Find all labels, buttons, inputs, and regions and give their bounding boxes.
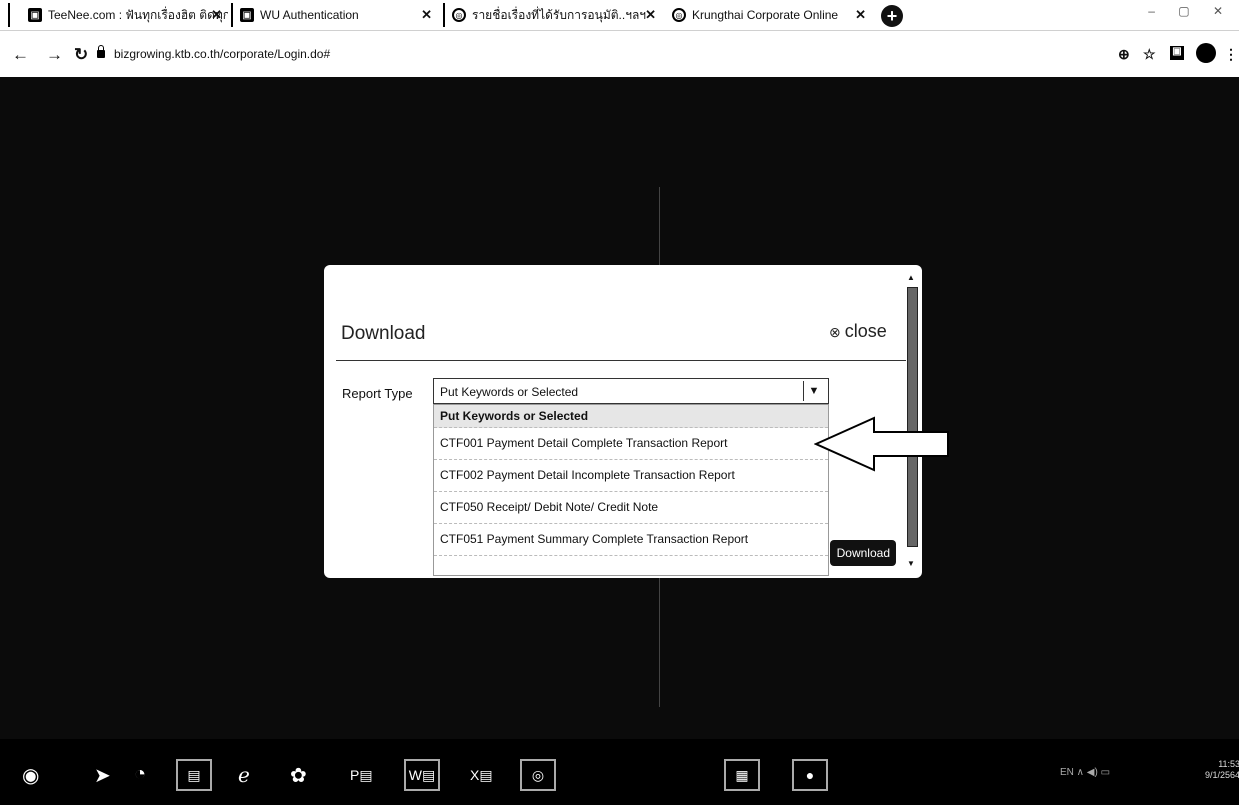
tab-separator — [8, 3, 10, 27]
tab-separator — [231, 3, 233, 27]
app-letter: P — [350, 767, 360, 783]
star-icon[interactable]: ☆ — [1143, 46, 1156, 63]
tab-title: Krungthai Corporate Online — [692, 8, 839, 22]
clock-time: 11:53 — [1218, 759, 1239, 769]
doc-icon: ▣ — [28, 8, 42, 22]
forward-arrow-icon[interactable]: → — [46, 45, 63, 65]
line-app-icon[interactable]: ● — [792, 759, 828, 791]
dropdown-option[interactable]: CTF050 Receipt/ Debit Note/ Credit Note — [434, 492, 828, 524]
report-type-label: Report Type — [342, 386, 413, 401]
tab-title: รายชื่อเรื่องที่ได้รับการอนุมัติ..ฯลฯ — [472, 7, 647, 22]
globe-icon: ◎ — [672, 8, 686, 22]
avatar[interactable] — [1196, 43, 1216, 63]
doc-icon: ▣ — [240, 8, 254, 22]
word-icon[interactable]: W ▤ — [404, 759, 440, 791]
back-arrow-icon[interactable]: ← — [12, 45, 29, 65]
lock-icon — [97, 45, 105, 58]
divider — [336, 360, 906, 361]
send-icon[interactable]: ➤ — [94, 763, 111, 788]
app-letter: W — [408, 767, 422, 783]
chrome-icon[interactable]: ◎ — [520, 759, 556, 791]
new-tab-icon[interactable]: + — [881, 5, 903, 27]
dropdown-option[interactable]: CTF002 Payment Detail Incomplete Transac… — [434, 460, 828, 492]
tab-wu-authentication[interactable]: ▣ WU Authentication ✕ — [240, 0, 438, 30]
close-tab-icon[interactable]: ✕ — [211, 7, 222, 23]
close-button[interactable]: ⊗ close — [829, 321, 887, 342]
report-type-select[interactable]: Put Keywords or Selected ▼ — [433, 378, 829, 404]
app-letter: X — [470, 767, 480, 783]
window-controls[interactable]: – ▢ ✕ — [1148, 4, 1233, 18]
tab-teenee[interactable]: ▣ TeeNee.com : ฟันทุกเรื่องฮิต ติดทุก...… — [28, 0, 228, 30]
tab-title: TeeNee.com : ฟันทุกเรื่องฮิต ติดทุก... — [48, 7, 228, 22]
close-label: close — [844, 321, 887, 341]
powerpoint-icon[interactable]: P▤ — [350, 767, 373, 784]
dropdown-option[interactable]: CTF051 Payment Summary Complete Transact… — [434, 524, 828, 556]
zoom-icon[interactable]: ⊕ — [1118, 46, 1130, 63]
address-toolbar: ← → ↻ bizgrowing.ktb.co.th/corporate/Log… — [0, 31, 1239, 77]
clock-date: 9/1/2564 — [1205, 770, 1239, 780]
modal-title: Download — [341, 323, 426, 344]
start-icon[interactable]: ◉ — [22, 763, 39, 788]
system-tray[interactable]: EN ∧ ◀) ▭ — [1060, 767, 1110, 778]
dropdown-option[interactable]: CTF001 Payment Detail Complete Transacti… — [434, 428, 828, 460]
app-icon[interactable]: ▦ — [724, 759, 760, 791]
tab-approved-list[interactable]: ◎ รายชื่อเรื่องที่ได้รับการอนุมัติ..ฯลฯ … — [452, 0, 662, 30]
tab-title: WU Authentication — [260, 8, 359, 22]
extension-icon[interactable]: ▣ — [1170, 46, 1184, 60]
chat-icon[interactable]: ◔ — [134, 763, 146, 786]
report-type-dropdown: Put Keywords or Selected CTF001 Payment … — [433, 404, 829, 576]
folder-icon[interactable]: ▤ — [176, 759, 212, 791]
scroll-down-icon[interactable]: ▼ — [907, 559, 915, 568]
select-value: Put Keywords or Selected — [440, 385, 579, 399]
tab-krungthai-corporate[interactable]: ◎ Krungthai Corporate Online ✕ — [672, 0, 872, 30]
reload-icon[interactable]: ↻ — [74, 45, 88, 65]
close-tab-icon[interactable]: ✕ — [855, 7, 866, 23]
paw-icon[interactable]: ✿ — [290, 763, 307, 788]
taskbar: ◉ ➤ ◔ ▤ ℯ ✿ P▤ W ▤ X▤ ◎ ▦ ● EN ∧ ◀) ▭ 11:… — [0, 739, 1239, 805]
chevron-down-icon[interactable]: ▼ — [803, 381, 824, 401]
close-tab-icon[interactable]: ✕ — [645, 7, 656, 23]
excel-icon[interactable]: X▤ — [470, 767, 493, 784]
clock[interactable]: 11:53 9/1/2564 — [1205, 759, 1239, 781]
close-circle-icon: ⊗ — [829, 324, 841, 340]
tab-separator — [443, 3, 445, 27]
address-bar[interactable]: bizgrowing.ktb.co.th/corporate/Login.do# — [114, 47, 330, 61]
edge-icon[interactable]: ℯ — [238, 763, 250, 788]
download-button[interactable]: Download — [830, 540, 896, 566]
close-tab-icon[interactable]: ✕ — [421, 7, 432, 23]
scroll-up-icon[interactable]: ▲ — [907, 273, 915, 282]
dropdown-option[interactable]: Put Keywords or Selected — [434, 405, 828, 428]
menu-icon[interactable]: ⋮ — [1224, 46, 1238, 63]
browser-tab-strip: ▣ TeeNee.com : ฟันทุกเรื่องฮิต ติดทุก...… — [0, 0, 1239, 31]
annotation-arrow-icon — [814, 416, 949, 472]
globe-icon: ◎ — [452, 8, 466, 22]
